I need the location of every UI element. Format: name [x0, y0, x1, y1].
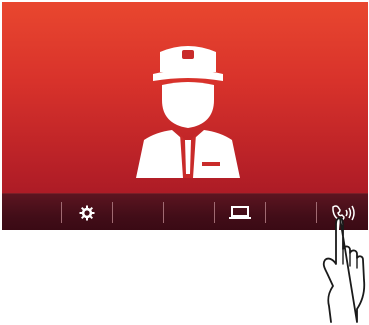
blank-button[interactable] — [164, 194, 214, 230]
intercom-screen — [2, 2, 368, 230]
monitor-button[interactable] — [215, 194, 265, 230]
gear-icon — [79, 205, 95, 220]
blank-button[interactable] — [113, 194, 163, 230]
page — [0, 0, 369, 325]
monitor-icon — [229, 205, 251, 219]
pointing-hand-icon — [322, 217, 366, 323]
settings-button[interactable] — [62, 194, 112, 230]
guard-avatar-icon — [136, 46, 240, 178]
caller-preview — [2, 2, 368, 193]
